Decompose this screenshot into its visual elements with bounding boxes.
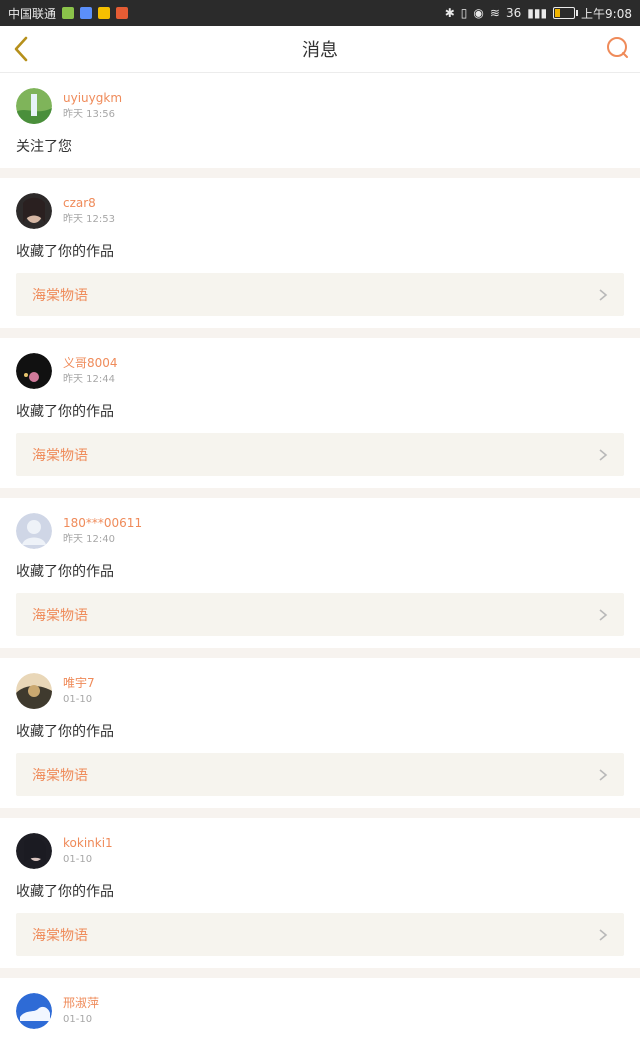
work-title: 海棠物语 [32, 927, 88, 944]
message-card[interactable]: czar8 昨天 12:53 收藏了你的作品 海棠物语 [0, 178, 640, 328]
vibrate-icon: ▯ [460, 6, 468, 20]
timestamp: 01-10 [63, 1014, 93, 1025]
work-link[interactable]: 海棠物语 [16, 753, 624, 796]
timestamp: 01-10 [63, 854, 93, 865]
username[interactable]: 邢淑萍 [63, 995, 99, 1011]
chevron-right-icon [599, 608, 608, 621]
message-header: uyiuygkm 昨天 13:56 [16, 88, 624, 124]
avatar[interactable] [16, 673, 52, 709]
action-text: 收藏了你的作品 [16, 724, 114, 740]
username[interactable]: 唯宇7 [63, 675, 95, 691]
avatar[interactable] [16, 353, 52, 389]
action-text: 收藏了你的作品 [16, 884, 114, 900]
message-header: czar8 昨天 12:53 [16, 193, 624, 229]
message-meta: 邢淑萍 01-10 [63, 995, 99, 1027]
message-meta: czar8 昨天 12:53 [63, 195, 115, 227]
timestamp: 昨天 12:53 [63, 214, 115, 225]
action-text: 收藏了你的作品 [16, 404, 114, 420]
timestamp: 01-10 [63, 694, 93, 705]
wifi-icon: ≋ [489, 6, 500, 20]
message-list: uyiuygkm 昨天 13:56 关注了您 czar8 昨天 12:53 收藏… [0, 73, 640, 1041]
message-header: 180***00611 昨天 12:40 [16, 513, 624, 549]
message-card[interactable]: 义哥8004 昨天 12:44 收藏了你的作品 海棠物语 [0, 338, 640, 488]
work-title: 海棠物语 [32, 767, 88, 784]
avatar[interactable] [16, 833, 52, 869]
message-card[interactable]: 唯宇7 01-10 收藏了你的作品 海棠物语 [0, 658, 640, 808]
network-type: 36 [505, 6, 522, 20]
message-meta: uyiuygkm 昨天 13:56 [63, 90, 122, 122]
action-text: 收藏了你的作品 [16, 564, 114, 580]
message-meta: 唯宇7 01-10 [63, 675, 95, 707]
message-meta: kokinki1 01-10 [63, 835, 113, 867]
action-text: 关注了您 [16, 139, 72, 155]
status-left: 中国联通 [8, 5, 129, 22]
chevron-right-icon [599, 928, 608, 941]
timestamp: 昨天 12:40 [63, 534, 115, 545]
clock: 上午9:08 [581, 6, 632, 21]
work-link[interactable]: 海棠物语 [16, 273, 624, 316]
message-card[interactable]: 180***00611 昨天 12:40 收藏了你的作品 海棠物语 [0, 498, 640, 648]
username[interactable]: czar8 [63, 195, 115, 211]
message-meta: 义哥8004 昨天 12:44 [63, 355, 118, 387]
avatar[interactable] [16, 88, 52, 124]
username[interactable]: kokinki1 [63, 835, 113, 851]
top-header: 消息 [0, 26, 640, 73]
message-header: 唯宇7 01-10 [16, 673, 624, 709]
message-card[interactable]: kokinki1 01-10 收藏了你的作品 海棠物语 [0, 818, 640, 968]
signal-icon: ▮▮▮ [527, 6, 548, 20]
work-title: 海棠物语 [32, 287, 88, 304]
chevron-right-icon [599, 288, 608, 301]
work-link[interactable]: 海棠物语 [16, 913, 624, 956]
back-arrow-icon[interactable] [12, 36, 32, 62]
username[interactable]: uyiuygkm [63, 90, 122, 106]
avatar[interactable] [16, 193, 52, 229]
timestamp: 昨天 13:56 [63, 109, 115, 120]
work-title: 海棠物语 [32, 607, 88, 624]
chevron-right-icon [599, 448, 608, 461]
action-text: 收藏了你的作品 [16, 244, 114, 260]
work-link[interactable]: 海棠物语 [16, 433, 624, 476]
status-right: ✱ ▯ ◉ ≋ 36 ▮▮▮ 上午9:08 [445, 5, 632, 22]
work-title: 海棠物语 [32, 447, 88, 464]
eye-icon: ◉ [473, 6, 484, 20]
avatar[interactable] [16, 513, 52, 549]
username[interactable]: 义哥8004 [63, 355, 118, 371]
work-link[interactable]: 海棠物语 [16, 593, 624, 636]
app-icon [80, 7, 93, 19]
message-card[interactable]: 邢淑萍 01-10 [0, 978, 640, 1041]
battery-icon [553, 7, 579, 19]
video-app-icon [116, 7, 129, 19]
notification-icon [98, 7, 111, 19]
message-meta: 180***00611 昨天 12:40 [63, 515, 142, 547]
timestamp: 昨天 12:44 [63, 374, 115, 385]
search-icon[interactable] [606, 36, 630, 60]
page-title: 消息 [302, 40, 338, 61]
bluetooth-icon: ✱ [444, 6, 455, 20]
status-bar: 中国联通 ✱ ▯ ◉ ≋ 36 ▮▮▮ 上午9:08 [0, 0, 640, 26]
message-header: 义哥8004 昨天 12:44 [16, 353, 624, 389]
chevron-right-icon [599, 768, 608, 781]
wechat-icon [62, 7, 75, 19]
username[interactable]: 180***00611 [63, 515, 142, 531]
message-header: kokinki1 01-10 [16, 833, 624, 869]
message-card[interactable]: uyiuygkm 昨天 13:56 关注了您 [0, 73, 640, 168]
carrier-name: 中国联通 [8, 6, 57, 21]
